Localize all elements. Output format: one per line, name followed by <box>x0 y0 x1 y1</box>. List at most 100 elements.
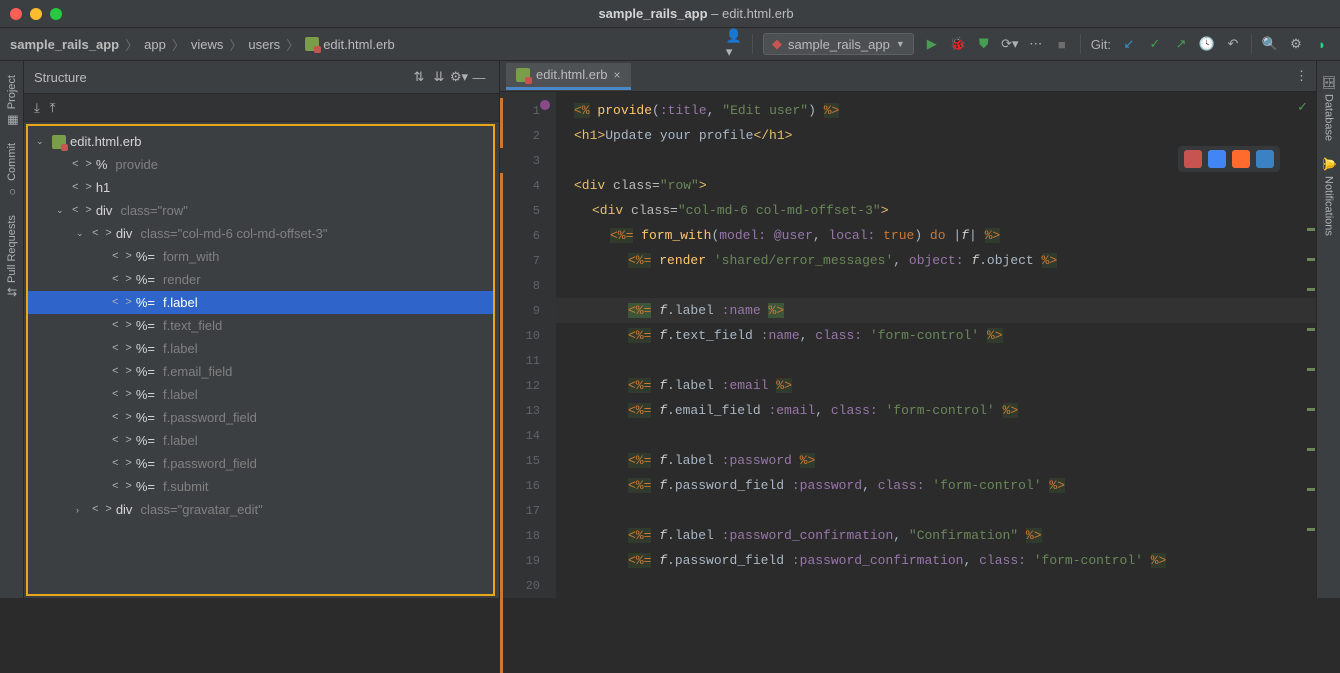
git-commit-icon[interactable]: ✓ <box>1147 36 1163 52</box>
gutter-line[interactable]: 13 <box>500 398 556 423</box>
tree-item[interactable]: < > %=f.email_field <box>28 360 493 383</box>
code-area[interactable]: ✓ <% provide(:title, "Edit user") %> <h1… <box>556 92 1316 598</box>
tree-item-label: %= <box>136 479 155 494</box>
gutter-line[interactable]: 17 <box>500 498 556 523</box>
editor-tab-label: edit.html.erb <box>536 67 608 82</box>
window-min-icon[interactable] <box>30 8 42 20</box>
breadcrumb[interactable]: sample_rails_app〉 app〉 views〉 users〉 edi… <box>10 35 395 54</box>
sidebar-tab-commit[interactable]: ○Commit <box>5 135 19 207</box>
attach-icon[interactable]: ⋯ <box>1028 36 1044 52</box>
run-icon[interactable]: ▶ <box>924 36 940 52</box>
code-line-current: <%= f.label :name %> <box>556 298 1316 323</box>
add-config-icon[interactable]: 👤▾ <box>726 36 742 52</box>
gutter-line[interactable]: 4 <box>500 173 556 198</box>
coverage-icon[interactable]: ⛊ <box>976 36 992 52</box>
gutter-line[interactable]: 10 <box>500 323 556 348</box>
tree-item[interactable]: ⌄< > divclass="col-md-6 col-md-offset-3" <box>28 222 493 245</box>
chevron-right-icon[interactable]: › <box>76 505 88 515</box>
gutter-line[interactable]: 11 <box>500 348 556 373</box>
git-push-icon[interactable]: ↗ <box>1173 36 1189 52</box>
git-pull-icon[interactable]: ↙ <box>1121 36 1137 52</box>
tree-item[interactable]: < > %provide <box>28 153 493 176</box>
code-line <box>556 573 1316 598</box>
window-close-icon[interactable] <box>10 8 22 20</box>
sidebar-tab-project[interactable]: ▦Project <box>5 67 19 135</box>
tag-icon: < > <box>112 366 132 378</box>
tree-item-label: % <box>96 157 108 172</box>
chevron-down-icon[interactable]: ⌄ <box>56 205 68 216</box>
tree-item[interactable]: < > %=f.label <box>28 383 493 406</box>
hide-panel-icon[interactable]: — <box>469 67 489 87</box>
rails-icon: ◆ <box>772 36 782 52</box>
expand-all-icon[interactable]: ⇊ <box>429 67 449 87</box>
sort-alpha-icon[interactable]: ⇅ <box>409 67 429 87</box>
structure-panel: Structure ⇅ ⇊ ⚙▾ — ⤓ ⤒ ⌄ edit.html.erb< … <box>24 61 500 598</box>
gutter-line[interactable]: 14 <box>500 423 556 448</box>
chevron-down-icon[interactable]: ⌄ <box>36 136 48 147</box>
tree-item[interactable]: < > %=f.text_field <box>28 314 493 337</box>
stop-icon[interactable]: ■ <box>1054 36 1070 52</box>
rubymine-icon[interactable] <box>1184 150 1202 168</box>
chevron-down-icon[interactable]: ⌄ <box>76 228 88 239</box>
ide-icon[interactable]: ◗ <box>1314 36 1330 52</box>
tree-item-label: %= <box>136 341 155 356</box>
left-sidebar: ▦Project ○Commit ⇆Pull Requests <box>0 61 24 598</box>
gutter-line[interactable]: 19 <box>500 548 556 573</box>
code-line: <%= f.label :email %> <box>556 373 1316 398</box>
profile-icon[interactable]: ⟳▾ <box>1002 36 1018 52</box>
gutter-line[interactable]: 2 <box>500 123 556 148</box>
git-rollback-icon[interactable]: ↶ <box>1225 36 1241 52</box>
sidebar-tab-notifications[interactable]: 🔔Notifications <box>1322 149 1336 244</box>
tree-item[interactable]: < > %=f.password_field <box>28 452 493 475</box>
close-tab-icon[interactable]: × <box>614 68 621 82</box>
sidebar-tab-pull-requests[interactable]: ⇆Pull Requests <box>5 207 19 305</box>
tree-item[interactable]: < > %=f.password_field <box>28 406 493 429</box>
tree-item[interactable]: < > %=render <box>28 268 493 291</box>
tree-item[interactable]: < > h1 <box>28 176 493 199</box>
breadcrumb-part: sample_rails_app <box>10 37 119 52</box>
settings-icon[interactable]: ⚙ <box>1288 36 1304 52</box>
gutter-line[interactable]: 12 <box>500 373 556 398</box>
window-max-icon[interactable] <box>50 8 62 20</box>
autoscroll-icon[interactable]: ⤒ <box>50 100 56 116</box>
editor-tab[interactable]: edit.html.erb × <box>506 63 631 90</box>
sidebar-tab-database[interactable]: 🗄Database <box>1322 67 1336 149</box>
tab-more-icon[interactable]: ⋮ <box>1295 68 1308 84</box>
search-icon[interactable]: 🔍 <box>1262 36 1278 52</box>
error-stripe[interactable] <box>1306 128 1316 598</box>
gutter-line[interactable]: 8 <box>500 273 556 298</box>
tree-item[interactable]: < > %=f.label <box>28 337 493 360</box>
gutter-line[interactable]: 20 <box>500 573 556 598</box>
git-history-icon[interactable]: 🕓 <box>1199 36 1215 52</box>
gutter-line[interactable]: 18 <box>500 523 556 548</box>
gutter-line[interactable]: 3 <box>500 148 556 173</box>
gutter-line[interactable]: 5 <box>500 198 556 223</box>
annotation-icon[interactable] <box>540 100 550 110</box>
gutter-line[interactable]: 15 <box>500 448 556 473</box>
tree-item[interactable]: < > %=f.submit <box>28 475 493 498</box>
gutter-line[interactable]: 6 <box>500 223 556 248</box>
safari-icon[interactable] <box>1256 150 1274 168</box>
code-line: <h1>Update your profile</h1> <box>556 123 1316 148</box>
tree-item[interactable]: ⌄< > divclass="row" <box>28 199 493 222</box>
code-line <box>556 348 1316 373</box>
tree-item-label: div <box>96 203 113 218</box>
tree-item[interactable]: < > %=f.label <box>28 429 493 452</box>
tree-item-attr: f.password_field <box>163 456 257 471</box>
tree-item[interactable]: ›< > divclass="gravatar_edit" <box>28 498 493 521</box>
tree-item-attr: f.label <box>163 295 198 310</box>
inspection-ok-icon[interactable]: ✓ <box>1297 100 1308 115</box>
tree-item[interactable]: ⌄ edit.html.erb <box>28 130 493 153</box>
gutter-line[interactable]: 16 <box>500 473 556 498</box>
debug-icon[interactable]: 🐞 <box>950 36 966 52</box>
chrome-icon[interactable] <box>1208 150 1226 168</box>
gutter-line[interactable]: 7 <box>500 248 556 273</box>
tree-item[interactable]: < > %= f.label <box>28 291 493 314</box>
nav-to-icon[interactable]: ⤓ <box>34 100 40 116</box>
run-config-dropdown[interactable]: ◆ sample_rails_app ▼ <box>763 33 914 55</box>
gear-icon[interactable]: ⚙▾ <box>449 67 469 87</box>
tree-item[interactable]: < > %=form_with <box>28 245 493 268</box>
gutter[interactable]: 1234567891011121314151617181920 <box>500 92 556 598</box>
gutter-line[interactable]: 9 <box>500 298 556 323</box>
firefox-icon[interactable] <box>1232 150 1250 168</box>
